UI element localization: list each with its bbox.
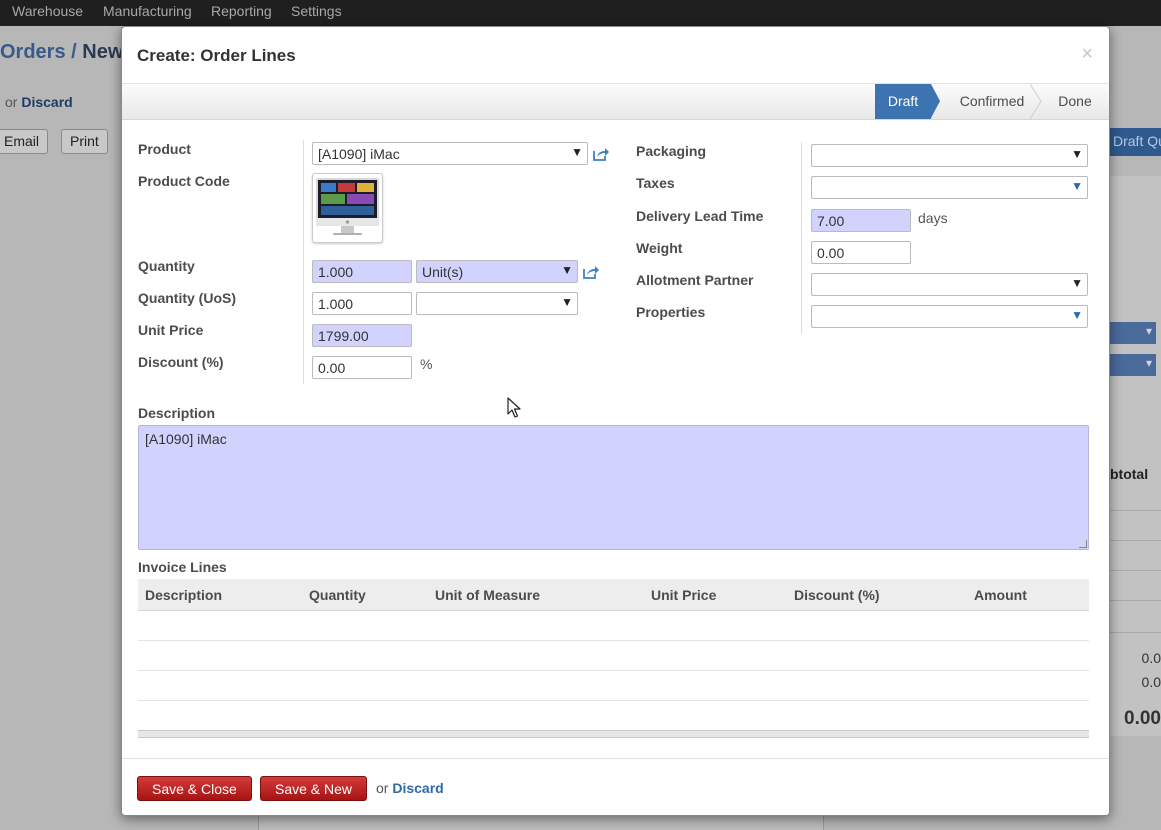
allotment-partner-label: Allotment Partner [636, 272, 754, 288]
menu-reporting[interactable]: Reporting [211, 3, 272, 19]
dialog-header: Create: Order Lines × [122, 27, 1109, 84]
background-footer-table [258, 816, 824, 830]
quantity-label: Quantity [138, 258, 195, 274]
invoice-lines-footer [138, 730, 1089, 738]
menu-manufacturing[interactable]: Manufacturing [103, 3, 192, 19]
breadcrumb-separator: / [71, 41, 77, 63]
save-new-button[interactable]: Save & New [260, 776, 368, 801]
quantity-uos-label: Quantity (UoS) [138, 290, 236, 306]
product-label: Product [138, 141, 191, 157]
background-discard-link[interactable]: Discard [21, 94, 72, 110]
column-quantity[interactable]: Quantity [309, 587, 366, 603]
order-line-dialog: Create: Order Lines × Draft Confirmed Do… [121, 26, 1110, 816]
background-row-line [1108, 632, 1161, 633]
top-menu-bar: Warehouse Manufacturing Reporting Settin… [0, 0, 1161, 26]
delivery-lead-time-label: Delivery Lead Time [636, 208, 764, 224]
background-total-2: 0.0 [1141, 674, 1161, 690]
background-draft-quotation-button[interactable]: Draft Quo [1108, 128, 1161, 156]
table-row [138, 700, 1089, 701]
dropdown-arrow-icon: ▼ [1071, 308, 1083, 322]
column-discount[interactable]: Discount (%) [794, 587, 880, 603]
external-link-icon[interactable] [582, 264, 600, 280]
right-column-divider [801, 142, 802, 334]
dropdown-arrow-icon: ▼ [1071, 179, 1083, 193]
unit-price-field[interactable]: 1799.00 [312, 324, 412, 347]
properties-label: Properties [636, 304, 706, 320]
column-amount[interactable]: Amount [974, 587, 1027, 603]
dropdown-arrow-icon: ▼ [561, 263, 573, 277]
left-column-divider [303, 140, 304, 384]
weight-field[interactable]: 0.00 [811, 241, 911, 264]
delivery-lead-time-field[interactable]: 7.00 [811, 209, 911, 232]
packaging-select[interactable]: ▼ [811, 144, 1088, 167]
background-select-2[interactable] [1108, 354, 1156, 376]
background-or-text: or [5, 94, 18, 110]
mouse-cursor-icon [507, 397, 521, 418]
footer-or-discard: or Discard [376, 780, 444, 796]
unit-price-label: Unit Price [138, 322, 204, 338]
save-close-button[interactable]: Save & Close [137, 776, 252, 801]
column-unit-of-measure[interactable]: Unit of Measure [435, 587, 540, 603]
discount-suffix: % [420, 356, 433, 372]
status-separator-icon [1030, 84, 1042, 119]
dropdown-arrow-icon: ▼ [561, 295, 573, 309]
dropdown-arrow-icon: ▼ [1071, 276, 1083, 290]
invoice-lines-label: Invoice Lines [138, 559, 227, 575]
delivery-lead-time-suffix: days [918, 210, 948, 226]
table-row [138, 640, 1089, 641]
weight-label: Weight [636, 240, 683, 256]
properties-select[interactable]: ▼ [811, 305, 1088, 328]
description-text: [A1090] iMac [145, 431, 227, 447]
quantity-uos-field[interactable]: 1.000 [312, 292, 412, 315]
background-row-line [1108, 510, 1161, 511]
background-breadcrumb: Orders / New [0, 41, 123, 64]
resize-handle-icon[interactable] [1079, 540, 1087, 548]
close-icon[interactable]: × [1081, 43, 1093, 66]
product-image-icon[interactable] [312, 173, 383, 243]
product-code-label: Product Code [138, 173, 230, 189]
background-email-button[interactable]: Email [0, 129, 49, 154]
external-link-icon[interactable] [592, 146, 610, 162]
discard-link[interactable]: Discard [392, 780, 443, 796]
status-step-done[interactable]: Done [1052, 84, 1098, 119]
background-discard-row: or Discard [5, 94, 73, 110]
dialog-title: Create: Order Lines [137, 46, 296, 65]
invoice-lines-header: Description Quantity Unit of Measure Uni… [138, 579, 1089, 611]
background-row-line [1108, 570, 1161, 571]
dialog-footer: Save & Close Save & New or Discard [122, 758, 1109, 815]
background-print-button[interactable]: Print [61, 129, 108, 154]
uom-select[interactable]: Unit(s) ▼ [416, 260, 578, 283]
product-select[interactable]: [A1090] iMac ▼ [312, 142, 588, 165]
background-subtotal-header: btotal [1110, 466, 1149, 482]
description-textarea[interactable]: [A1090] iMac [138, 425, 1089, 550]
allotment-partner-select[interactable]: ▼ [811, 273, 1088, 296]
packaging-label: Packaging [636, 143, 707, 159]
footer-or-text: or [376, 780, 389, 796]
quantity-field[interactable]: 1.000 [312, 260, 412, 283]
column-description[interactable]: Description [145, 587, 222, 603]
column-unit-price[interactable]: Unit Price [651, 587, 716, 603]
table-row [138, 670, 1089, 671]
breadcrumb-current: New [82, 41, 124, 63]
taxes-select[interactable]: ▼ [811, 176, 1088, 199]
menu-warehouse[interactable]: Warehouse [12, 3, 83, 19]
dropdown-arrow-icon: ▼ [1071, 147, 1083, 161]
status-step-draft[interactable]: Draft [875, 84, 940, 119]
background-total-3: 0.00 [1124, 708, 1161, 729]
discount-label: Discount (%) [138, 354, 224, 370]
discount-field[interactable]: 0.00 [312, 356, 412, 379]
background-row-line [1108, 600, 1161, 601]
taxes-label: Taxes [636, 175, 675, 191]
background-select-1[interactable] [1108, 322, 1156, 344]
description-label: Description [138, 405, 216, 421]
dropdown-arrow-icon: ▼ [571, 145, 583, 159]
breadcrumb-parent[interactable]: Orders [0, 41, 66, 63]
background-row-line [1108, 540, 1161, 541]
uos-select[interactable]: ▼ [416, 292, 578, 315]
status-bar: Draft Confirmed Done [122, 84, 1109, 120]
status-step-confirmed[interactable]: Confirmed [942, 84, 1042, 119]
menu-settings[interactable]: Settings [291, 3, 342, 19]
background-total-1: 0.0 [1141, 650, 1161, 666]
